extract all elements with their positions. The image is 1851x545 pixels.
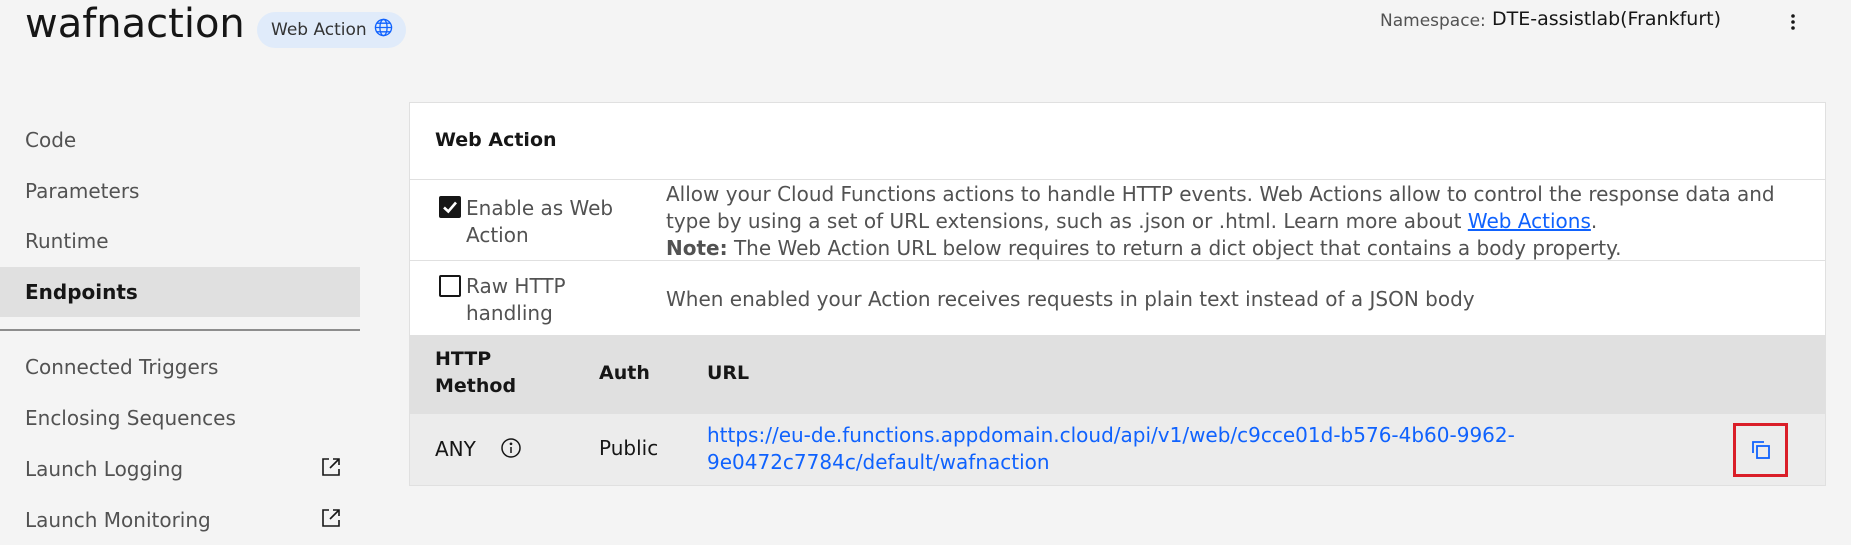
- column-header-http-method: HTTP Method: [435, 348, 517, 397]
- page-title: wafnaction: [25, 1, 245, 47]
- web-action-card: Web Action Enable as Web Action Allow yo…: [409, 102, 1826, 486]
- web-actions-link[interactable]: Web Actions: [1468, 209, 1591, 233]
- sidebar-divider: [0, 329, 360, 331]
- sidebar-item-launch-monitoring[interactable]: Launch Monitoring: [0, 495, 360, 545]
- endpoint-url-link[interactable]: https://eu-de.functions.appdomain.cloud/…: [707, 422, 1527, 476]
- raw-http-checkbox[interactable]: [439, 275, 461, 297]
- row-divider: [410, 260, 1825, 261]
- note-label: Note:: [666, 236, 728, 260]
- enable-web-action-checkbox[interactable]: [439, 196, 461, 218]
- sidebar-item-label: Runtime: [25, 229, 109, 253]
- sidebar-item-label: Launch Logging: [25, 457, 184, 481]
- table-header: HTTP Method Auth URL: [410, 335, 1825, 414]
- description-text: Allow your Cloud Functions actions to ha…: [666, 182, 1775, 233]
- row-divider: [410, 179, 1825, 180]
- sidebar-item-code[interactable]: Code: [0, 115, 360, 165]
- globe-icon: [374, 18, 393, 42]
- sidebar-item-label: Launch Monitoring: [25, 508, 211, 532]
- copy-icon: [1751, 441, 1770, 459]
- copy-url-button[interactable]: [1733, 423, 1788, 477]
- namespace-label: Namespace:: [1380, 11, 1486, 31]
- card-title: Web Action: [435, 129, 557, 151]
- enable-web-action-label[interactable]: Enable as Web Action: [466, 195, 616, 249]
- auth-value: Public: [599, 436, 659, 460]
- launch-icon: [320, 507, 342, 534]
- overflow-menu-icon[interactable]: [1778, 7, 1808, 37]
- sidebar-item-launch-logging[interactable]: Launch Logging: [0, 444, 360, 494]
- checkmark-icon: [443, 201, 457, 214]
- description-text-end: .: [1590, 209, 1598, 233]
- launch-icon: [320, 456, 342, 483]
- table-row: ANY Public https://eu-de.functions.appdo…: [410, 414, 1825, 485]
- column-header-auth: Auth: [599, 362, 650, 384]
- information-icon[interactable]: [500, 437, 522, 459]
- sidebar-item-label: Connected Triggers: [25, 355, 219, 379]
- sidebar-item-label: Enclosing Sequences: [25, 406, 236, 430]
- web-action-badge: Web Action: [257, 12, 406, 48]
- sidebar-item-enclosing-sequences[interactable]: Enclosing Sequences: [0, 393, 360, 443]
- sidebar-item-endpoints[interactable]: Endpoints: [0, 267, 360, 317]
- http-method-value: ANY: [435, 437, 476, 461]
- note-text: The Web Action URL below requires to ret…: [727, 236, 1622, 260]
- column-header-url: URL: [707, 362, 750, 384]
- enable-web-action-description: Allow your Cloud Functions actions to ha…: [666, 181, 1806, 262]
- sidebar-item-label: Parameters: [25, 179, 140, 203]
- sidebar-item-label: Endpoints: [25, 280, 138, 304]
- sidebar-item-connected-triggers[interactable]: Connected Triggers: [0, 342, 360, 392]
- sidebar-item-runtime[interactable]: Runtime: [0, 216, 360, 266]
- badge-label: Web Action: [271, 20, 367, 40]
- sidebar-item-parameters[interactable]: Parameters: [0, 166, 360, 216]
- sidebar-item-label: Code: [25, 128, 77, 152]
- namespace-value[interactable]: DTE-assistlab(Frankfurt): [1492, 8, 1721, 30]
- raw-http-label[interactable]: Raw HTTP handling: [466, 273, 616, 327]
- raw-http-description: When enabled your Action receives reques…: [666, 287, 1475, 311]
